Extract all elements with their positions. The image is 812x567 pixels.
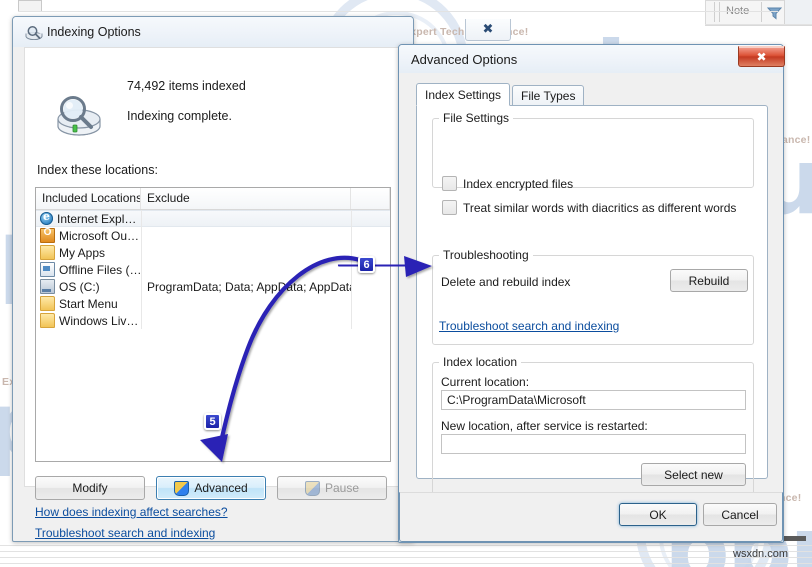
shield-icon — [174, 480, 190, 496]
table-row[interactable]: Internet Expl… — [36, 210, 390, 227]
list-item-name-cell: My Apps — [36, 245, 141, 260]
list-rows: Internet Expl… Microsoft Ou… My Apps — [36, 210, 390, 329]
toolbar-divider-2 — [719, 2, 720, 22]
list-header-row: Included Locations Exclude — [36, 188, 390, 210]
advanced-button[interactable]: Advanced — [156, 476, 266, 500]
indexing-status-message: Indexing complete. — [127, 109, 232, 123]
list-item-label: Offline Files (… — [59, 262, 141, 277]
new-location-label: New location, after service is restarted… — [441, 419, 648, 433]
background-tab-stub — [18, 0, 42, 11]
list-item-name-cell: Start Menu — [36, 296, 141, 311]
outlook-icon — [40, 228, 55, 243]
items-indexed-count: 74,492 items indexed — [127, 79, 246, 93]
table-row[interactable]: Microsoft Ou… — [36, 227, 390, 244]
current-location-field[interactable]: C:\ProgramData\Microsoft — [441, 390, 746, 410]
index-location-group-title: Index location — [439, 355, 522, 369]
new-location-field[interactable] — [441, 434, 746, 454]
index-encrypted-files-row[interactable]: Index encrypted files — [442, 176, 573, 191]
list-item-label: Microsoft Ou… — [59, 228, 140, 243]
indexing-options-close-button[interactable]: ✖ — [465, 19, 511, 41]
troubleshoot-search-and-indexing-link[interactable]: Troubleshoot search and indexing — [439, 319, 619, 333]
advanced-button-label: Advanced — [194, 481, 248, 495]
indexing-options-window: Indexing Options 74,492 items indexed In… — [12, 16, 414, 542]
background-toolbar-right — [784, 0, 812, 24]
table-row[interactable]: Windows Liv… — [36, 312, 390, 329]
internet-explorer-icon — [40, 212, 53, 225]
list-item-label: Start Menu — [59, 296, 118, 311]
background-hline-1 — [705, 24, 812, 25]
toolbar-divider-3 — [761, 2, 762, 22]
table-row[interactable]: OS (C:) ProgramData; Data; AppData; AppD… — [36, 278, 390, 295]
list-item-exclude-cell: ProgramData; Data; AppData; AppData; … — [147, 279, 351, 294]
column-header-exclude[interactable]: Exclude — [141, 188, 351, 209]
current-location-label: Current location: — [441, 375, 530, 389]
background-hline-bottom-2 — [0, 551, 812, 552]
indexing-options-title: Indexing Options — [47, 25, 141, 39]
index-encrypted-files-checkbox[interactable] — [442, 176, 457, 191]
list-grid-line-1 — [141, 210, 142, 329]
offline-files-icon — [40, 262, 55, 277]
select-new-button[interactable]: Select new — [641, 463, 746, 486]
column-header-included-locations[interactable]: Included Locations — [36, 188, 141, 209]
advanced-options-close-button[interactable]: ✖ — [738, 46, 785, 67]
list-item-label: OS (C:) — [59, 279, 100, 294]
folder-icon — [40, 296, 55, 311]
index-locations-label: Index these locations: — [37, 163, 158, 177]
treat-similar-words-row[interactable]: Treat similar words with diacritics as d… — [442, 200, 736, 215]
close-icon: ✖ — [756, 49, 767, 64]
annotation-badge-5: 5 — [204, 413, 221, 430]
screenshot-root: ppuals Expert Tech Assistance! ppuals Ex… — [0, 0, 812, 567]
folder-icon — [40, 245, 55, 260]
close-icon: ✖ — [482, 22, 494, 37]
cancel-button[interactable]: Cancel — [703, 503, 777, 526]
toolbar-divider-1 — [714, 2, 715, 22]
troubleshoot-search-and-indexing-link-main[interactable]: Troubleshoot search and indexing — [35, 526, 215, 540]
column-header-spacer — [351, 188, 390, 209]
footer-credit: wsxdn.com — [733, 548, 789, 560]
list-item-label: My Apps — [59, 245, 106, 260]
tab-index-settings[interactable]: Index Settings — [416, 83, 511, 106]
modify-button[interactable]: Modify — [35, 476, 145, 500]
troubleshooting-group-title: Troubleshooting — [439, 248, 533, 262]
table-row[interactable]: Offline Files (… — [36, 261, 390, 278]
advanced-options-dialog: Advanced Options Index Settings File Typ… — [398, 44, 784, 543]
background-hline-bottom-1 — [0, 545, 812, 546]
how-does-indexing-affect-searches-link[interactable]: How does indexing affect searches? — [35, 505, 228, 519]
list-item-name-cell: Offline Files (… — [36, 262, 141, 277]
file-settings-group-title: File Settings — [439, 111, 514, 125]
treat-similar-words-label: Treat similar words with diacritics as d… — [463, 200, 737, 215]
ok-button[interactable]: OK — [619, 503, 697, 526]
background-hline-bottom-3 — [0, 557, 812, 558]
pause-button[interactable]: Pause — [277, 476, 387, 500]
background-hline-bottom-4 — [0, 563, 812, 564]
list-item-name-cell: Microsoft Ou… — [36, 228, 141, 243]
list-item-name-cell: OS (C:) — [36, 279, 141, 294]
list-item-label: Internet Expl… — [57, 211, 137, 226]
list-grid-line-2 — [351, 210, 352, 329]
list-item-name-cell: Windows Liv… — [36, 313, 141, 328]
list-item-label: Windows Liv… — [59, 313, 139, 328]
tab-file-types[interactable]: File Types — [512, 85, 585, 106]
annotation-badge-6: 6 — [358, 256, 375, 273]
delete-and-rebuild-index-label: Delete and rebuild index — [441, 275, 571, 289]
index-encrypted-files-label: Index encrypted files — [463, 176, 574, 191]
folder-icon — [40, 313, 55, 328]
shield-icon — [304, 480, 320, 496]
rebuild-button[interactable]: Rebuild — [670, 269, 748, 292]
pause-button-label: Pause — [324, 481, 360, 495]
drive-icon — [40, 279, 55, 294]
background-hline-top — [18, 11, 778, 12]
table-row[interactable]: Start Menu — [36, 295, 390, 312]
list-item-name-cell: Internet Expl… — [36, 212, 141, 226]
treat-similar-words-checkbox[interactable] — [442, 200, 457, 215]
table-row[interactable]: My Apps — [36, 244, 390, 261]
